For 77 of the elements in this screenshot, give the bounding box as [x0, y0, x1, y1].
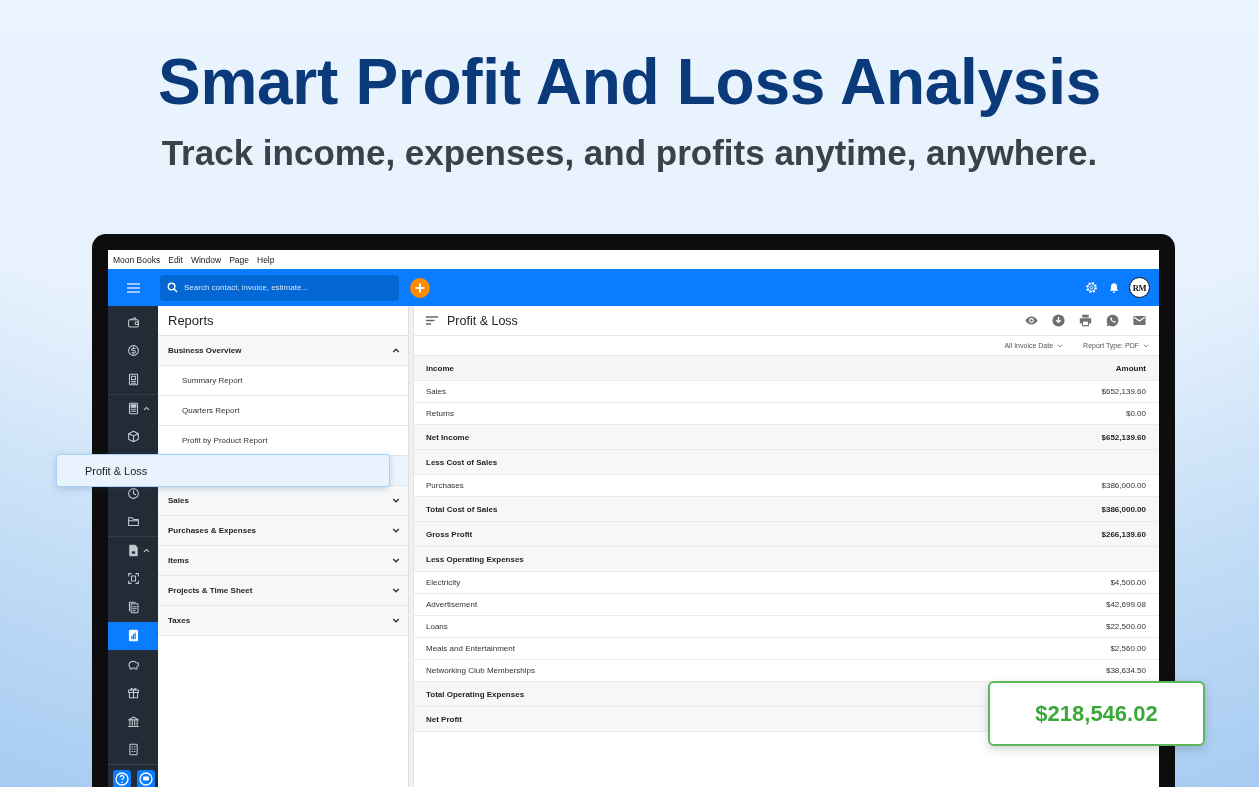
filter-lines-icon[interactable] — [426, 316, 438, 325]
panel-title: Reports — [168, 313, 214, 328]
table-cell: Net Profit — [426, 714, 462, 724]
bar-chart-icon — [126, 629, 140, 643]
table-cell: $652,139.60 — [1101, 387, 1146, 396]
settings-icon[interactable] — [1085, 281, 1098, 294]
section-header[interactable]: Items — [158, 546, 408, 576]
table-cell: Networking Club Memberships — [426, 666, 535, 675]
scan-icon — [126, 572, 140, 586]
table-cell: Total Cost of Sales — [426, 504, 498, 514]
bell-icon[interactable] — [1108, 281, 1120, 294]
table-cell: Net Income — [426, 432, 470, 442]
building-icon — [126, 743, 140, 757]
hero-title: Smart Profit And Loss Analysis — [157, 48, 1102, 116]
table-cell: Less Cost of Sales — [426, 457, 498, 467]
table-cell: $4,500.00 — [1110, 578, 1146, 587]
table-cell: Sales — [426, 387, 446, 396]
file-icon — [126, 544, 140, 558]
wallet-icon — [126, 315, 140, 329]
id-card-icon — [126, 372, 140, 386]
table-cell: Returns — [426, 409, 454, 418]
table-cell: $386,000.00 — [1101, 504, 1146, 514]
table-cell: Gross Profit — [426, 529, 473, 539]
amount-callout: $218,546.02 — [988, 681, 1205, 746]
gift-icon — [126, 686, 140, 700]
chevron-down-icon — [1057, 343, 1064, 348]
table-cell: $386,000.00 — [1101, 481, 1146, 490]
section-header[interactable]: Taxes — [158, 606, 408, 636]
hero-subtitle: Track income, expenses, and profits anytime, anywhere. — [160, 133, 1099, 173]
dollar-icon — [126, 344, 140, 358]
table-cell: Purchases — [426, 481, 464, 490]
bank-icon — [126, 714, 140, 728]
report-title: Profit & Loss — [447, 313, 518, 328]
column-header: Amount — [1115, 363, 1146, 373]
search-field[interactable]: Search contact, invoice, estimate... — [160, 274, 399, 301]
download-icon[interactable] — [1052, 314, 1065, 327]
search-icon — [167, 282, 178, 293]
menu-item[interactable]: Window — [190, 254, 222, 265]
report-item[interactable]: Profit & Loss — [56, 454, 390, 487]
section-header[interactable]: Sales — [158, 486, 408, 516]
avatar[interactable]: RM — [1129, 277, 1150, 298]
receipt-icon — [126, 401, 140, 415]
table-cell: Loans — [426, 622, 448, 631]
table-cell: Electricity — [426, 578, 461, 587]
chat-icon[interactable] — [137, 770, 155, 787]
table-cell: $2,560.00 — [1110, 644, 1146, 653]
section-header[interactable]: Business Overview — [158, 336, 408, 366]
eye-icon[interactable] — [1025, 314, 1038, 327]
chevron-down-icon — [1143, 343, 1149, 348]
menu-item[interactable]: Help — [257, 254, 275, 265]
section-header[interactable]: Purchases & Expenses — [158, 516, 408, 546]
table-cell: $0.00 — [1125, 409, 1146, 418]
section-header[interactable]: Projects & Time Sheet — [158, 576, 408, 606]
sidebar-button[interactable] — [108, 621, 158, 650]
table-cell: Less Operating Expenses — [426, 554, 524, 564]
menu-item[interactable]: Moon Books — [113, 254, 161, 265]
documents-icon — [126, 600, 140, 614]
clock-icon — [126, 486, 140, 500]
table-cell: Advertisement — [426, 600, 478, 609]
folder-icon — [126, 515, 140, 529]
table-cell: Total Operating Expenses — [426, 689, 525, 699]
table-cell: $652,139.60 — [1101, 432, 1146, 442]
mail-icon[interactable] — [1133, 314, 1146, 327]
column-header: Income — [426, 363, 454, 373]
plus-icon[interactable] — [410, 277, 430, 298]
search-input[interactable]: Search contact, invoice, estimate... — [184, 283, 399, 292]
chat-bubble-icon[interactable] — [1106, 314, 1119, 327]
table-cell: Meals and Entertainment — [426, 644, 515, 653]
table-cell: $22,500.00 — [1105, 622, 1146, 631]
cube-icon — [126, 429, 140, 443]
menu-item[interactable]: Edit — [168, 254, 183, 265]
table-cell: $38,634.50 — [1105, 666, 1146, 675]
table-cell: $266,139.60 — [1101, 529, 1146, 539]
menu-item[interactable]: Page — [229, 254, 249, 265]
help-icon[interactable] — [113, 770, 131, 787]
table-cell: $42,699.08 — [1105, 600, 1146, 609]
print-icon[interactable] — [1079, 314, 1092, 327]
